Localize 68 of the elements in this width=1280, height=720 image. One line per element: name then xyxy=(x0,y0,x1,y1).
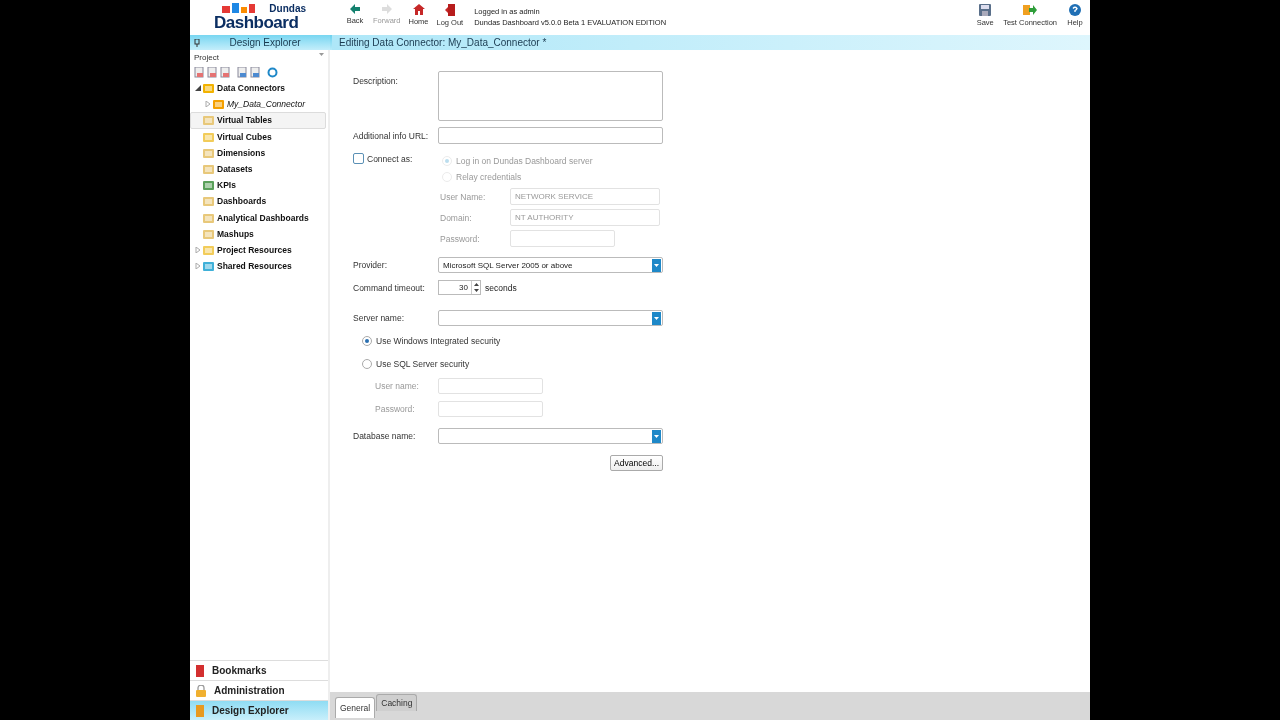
panel-title: Design Explorer xyxy=(228,37,302,48)
text-field[interactable] xyxy=(438,378,543,394)
caret-icon xyxy=(319,53,324,56)
text-field[interactable] xyxy=(510,230,615,247)
number-field[interactable]: 30 xyxy=(438,280,481,295)
server-dropdown[interactable] xyxy=(438,310,663,326)
padlock-icon xyxy=(196,684,206,697)
field-label: User Name: xyxy=(439,191,487,202)
project-dropdown[interactable]: Project xyxy=(190,50,328,65)
field-label: Database name: xyxy=(353,431,417,441)
dropdown-button[interactable] xyxy=(652,429,661,443)
plug-arrow-icon xyxy=(1023,4,1038,16)
radio-option[interactable]: Use SQL Server security xyxy=(353,359,1090,369)
checkbox[interactable]: Connect as: xyxy=(353,153,438,164)
tree-item[interactable]: Shared Resources xyxy=(190,258,326,275)
tree-item[interactable]: Mashups xyxy=(190,225,326,242)
field-label: Server name: xyxy=(353,313,406,323)
up-down-arrows-icon xyxy=(473,283,479,292)
tree-item[interactable]: Virtual Cubes xyxy=(190,128,326,145)
help-icon xyxy=(1069,4,1081,16)
radio-option[interactable]: Use Windows Integrated security xyxy=(353,336,1090,346)
tree-item[interactable]: My_Data_Connector xyxy=(190,96,326,113)
tree-item[interactable]: Data Connectors xyxy=(190,80,326,97)
database-dropdown[interactable] xyxy=(438,428,663,444)
caret-icon xyxy=(654,316,659,320)
caret-icon xyxy=(654,263,659,267)
advanced-button[interactable]: Advanced... xyxy=(610,455,663,471)
tree-item[interactable]: Dimensions xyxy=(190,144,326,161)
field-label: Domain: xyxy=(439,212,473,223)
text-field[interactable] xyxy=(438,401,543,417)
field-label: Password: xyxy=(374,404,416,414)
field-label: Additional info URL: xyxy=(353,130,430,141)
field-label: Provider: xyxy=(353,260,388,270)
tab[interactable]: General xyxy=(335,697,376,718)
tree-item[interactable]: Virtual Tables xyxy=(190,112,326,129)
field-label: User name: xyxy=(374,381,420,391)
door-icon xyxy=(444,4,455,16)
nav-item[interactable]: Bookmarks xyxy=(190,660,328,680)
description-field[interactable] xyxy=(438,71,663,121)
pin-icon[interactable] xyxy=(194,38,200,47)
expanded-arrow-icon[interactable] xyxy=(195,85,201,92)
tree-item[interactable]: Dashboards xyxy=(190,193,326,210)
nav-item[interactable]: Administration xyxy=(190,680,328,700)
editor-title: Editing Data Connector: My_Data_Connector * xyxy=(332,35,1090,50)
collapsed-arrow-icon[interactable] xyxy=(195,246,201,253)
back-arrow-icon xyxy=(350,4,360,14)
field-label: Command timeout: xyxy=(353,282,426,293)
nav-item[interactable]: Design Explorer xyxy=(190,700,328,720)
tree-item[interactable]: KPIs xyxy=(190,177,326,194)
forward-arrow-icon xyxy=(381,4,392,14)
tree-item[interactable]: Analytical Dashboards xyxy=(190,209,326,226)
caret-icon xyxy=(654,434,659,438)
dropdown-button[interactable] xyxy=(652,311,661,325)
field-label: Description: xyxy=(353,75,399,86)
dropdown-button[interactable] xyxy=(652,258,661,272)
logo: Dundas Dashboard xyxy=(214,2,307,34)
tree-item[interactable]: Project Resources xyxy=(190,241,326,259)
logo-icon xyxy=(222,3,256,13)
house-icon xyxy=(412,4,425,15)
collapsed-arrow-icon[interactable] xyxy=(195,263,201,270)
field-label: Password: xyxy=(439,233,481,244)
provider-dropdown[interactable]: Microsoft SQL Server 2005 or above xyxy=(438,257,663,273)
tab[interactable]: Caching xyxy=(376,694,418,711)
collapsed-arrow-icon[interactable] xyxy=(205,101,211,108)
tree-item[interactable]: Datasets xyxy=(190,160,326,178)
unit-label: seconds xyxy=(485,282,517,293)
url-field[interactable] xyxy=(438,127,663,144)
spinner-button[interactable] xyxy=(471,281,480,294)
